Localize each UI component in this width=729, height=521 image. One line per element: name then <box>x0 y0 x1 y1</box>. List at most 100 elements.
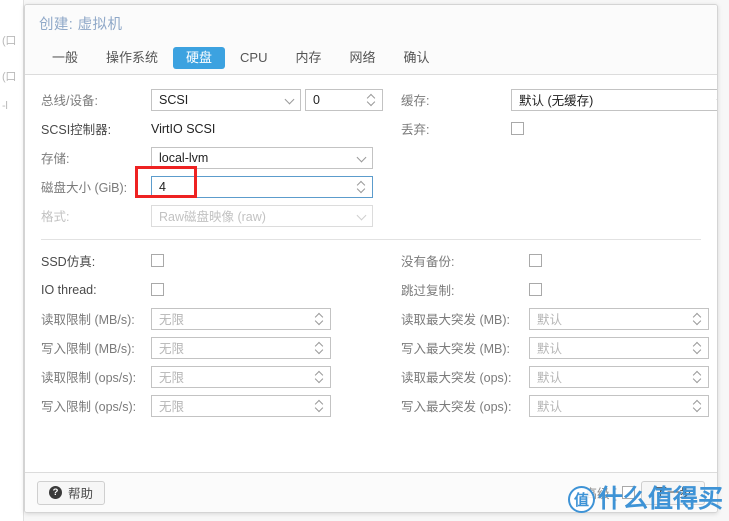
storage-row: 存储: local-lvm <box>41 143 373 172</box>
write-max-burst-ops-input[interactable]: 默认 <box>529 394 709 417</box>
read-max-burst-ops-row: 读取最大突发 (ops): 默认 <box>401 362 709 391</box>
read-limit-ops-row: 读取限制 (ops/s): 无限 <box>41 362 371 391</box>
tab-hard-disk[interactable]: 硬盘 <box>173 47 226 69</box>
read-max-burst-mb-input[interactable]: 默认 <box>529 307 709 330</box>
tab-general[interactable]: 一般 <box>39 47 91 69</box>
write-max-burst-mb-input[interactable]: 默认 <box>529 336 709 359</box>
tab-os[interactable]: 操作系统 <box>93 47 171 69</box>
tab-cpu[interactable]: CPU <box>227 47 280 69</box>
write-limit-mb-label: 写入限制 (MB/s): <box>41 342 135 356</box>
io-thread-checkbox[interactable] <box>151 283 164 296</box>
dialog-title: 创建: 虚拟机 <box>39 17 123 33</box>
io-thread-row: IO thread: <box>41 275 371 304</box>
advanced-label: 高级 [ <box>584 487 617 501</box>
write-max-burst-ops-row: 写入最大突发 (ops): 默认 <box>401 391 709 420</box>
read-limit-mb-row: 读取限制 (MB/s): 无限 <box>41 304 371 333</box>
question-mark-icon: ? <box>49 486 62 499</box>
tab-confirm[interactable]: 确认 <box>391 47 443 69</box>
disk-size-input[interactable]: 4 <box>151 175 373 198</box>
ssd-emulation-label: SSD仿真: <box>41 255 96 269</box>
chevron-down-icon <box>712 90 717 110</box>
read-max-burst-mb-label: 读取最大突发 (MB): <box>401 313 511 327</box>
right-spacer-row-2 <box>401 172 701 201</box>
create-vm-dialog: 创建: 虚拟机 一般 操作系统 硬盘 CPU 内存 网络 确认 总线/设备: S… <box>24 4 718 513</box>
write-limit-mb-input[interactable]: 无限 <box>151 336 331 359</box>
ssd-emulation-checkbox[interactable] <box>151 254 164 267</box>
advanced-checkbox[interactable] <box>622 486 636 499</box>
spinner-arrows-icon[interactable] <box>310 309 330 329</box>
spinner-arrows-icon[interactable] <box>310 396 330 416</box>
no-backup-label: 没有备份: <box>401 255 455 269</box>
write-limit-mb-row: 写入限制 (MB/s): 无限 <box>41 333 371 362</box>
spinner-arrows-icon[interactable] <box>310 367 330 387</box>
ssd-emulation-row: SSD仿真: <box>41 246 371 275</box>
read-max-burst-mb-row: 读取最大突发 (MB): 默认 <box>401 304 709 333</box>
chevron-down-icon <box>352 206 372 226</box>
disk-size-value: 4 <box>159 179 166 194</box>
tab-network[interactable]: 网络 <box>337 47 389 69</box>
spinner-arrows-icon[interactable] <box>688 338 708 358</box>
dialog-footer: ? 帮助 高级 [ 下一步 <box>25 472 717 512</box>
storage-select-value: local-lvm <box>159 150 209 165</box>
bus-select[interactable]: SCSI <box>151 88 301 111</box>
bottom-settings-grid: SSD仿真: IO thread: 读取限制 (MB/s): 无限 写入限制 (… <box>41 246 709 420</box>
read-limit-ops-value: 无限 <box>159 371 185 385</box>
bottom-left-column: SSD仿真: IO thread: 读取限制 (MB/s): 无限 写入限制 (… <box>41 246 371 420</box>
format-row: 格式: Raw磁盘映像 (raw) <box>41 201 373 230</box>
write-max-burst-mb-row: 写入最大突发 (MB): 默认 <box>401 333 709 362</box>
right-spacer-row-3 <box>401 201 701 230</box>
spinner-arrows-icon[interactable] <box>688 309 708 329</box>
discard-checkbox[interactable] <box>511 122 524 135</box>
disk-size-row: 磁盘大小 (GiB): 4 <box>41 172 373 201</box>
read-limit-ops-input[interactable]: 无限 <box>151 365 331 388</box>
footer-right-group: 高级 [ 下一步 <box>584 480 705 505</box>
read-limit-mb-value: 无限 <box>159 313 185 327</box>
device-number-value: 0 <box>313 92 320 107</box>
tab-memory[interactable]: 内存 <box>283 47 335 69</box>
next-button[interactable]: 下一步 <box>641 480 705 505</box>
bus-device-label: 总线/设备: <box>41 94 98 108</box>
skip-replication-label: 跳过复制: <box>401 284 455 298</box>
scsi-controller-label: SCSI控制器: <box>41 123 112 137</box>
bus-device-row: 总线/设备: SCSI 0 <box>41 85 383 114</box>
top-settings-grid: 总线/设备: SCSI 0 SCSI控制器: VirtIO SCSI 存储: l… <box>41 85 717 230</box>
dialog-header: 创建: 虚拟机 <box>25 5 717 42</box>
skip-replication-checkbox[interactable] <box>529 283 542 296</box>
storage-select[interactable]: local-lvm <box>151 146 373 169</box>
write-limit-ops-value: 无限 <box>159 400 185 414</box>
top-right-column: 缓存: 默认 (无缓存) 丢弃: <box>371 85 717 230</box>
discard-label: 丢弃: <box>401 123 430 137</box>
format-select: Raw磁盘映像 (raw) <box>151 204 373 227</box>
write-limit-ops-row: 写入限制 (ops/s): 无限 <box>41 391 371 420</box>
bottom-right-column: 没有备份: 跳过复制: 读取最大突发 (MB): 默认 写入最大突发 (MB):… <box>371 246 709 420</box>
write-limit-ops-input[interactable]: 无限 <box>151 394 331 417</box>
read-limit-mb-label: 读取限制 (MB/s): <box>41 313 135 327</box>
background-left-strip: (口 (口 -l <box>0 0 24 521</box>
chevron-down-icon <box>280 90 300 110</box>
no-backup-checkbox[interactable] <box>529 254 542 267</box>
io-thread-label: IO thread: <box>41 282 97 297</box>
cache-select[interactable]: 默认 (无缓存) <box>511 88 717 111</box>
spinner-arrows-icon[interactable] <box>352 177 372 197</box>
help-button[interactable]: ? 帮助 <box>37 480 106 505</box>
read-limit-ops-label: 读取限制 (ops/s): <box>41 371 137 385</box>
write-max-burst-mb-label: 写入最大突发 (MB): <box>401 342 511 356</box>
tab-strip: 一般 操作系统 硬盘 CPU 内存 网络 确认 <box>25 42 717 75</box>
top-left-column: 总线/设备: SCSI 0 SCSI控制器: VirtIO SCSI 存储: l… <box>41 85 383 230</box>
cache-label: 缓存: <box>401 94 430 108</box>
spinner-arrows-icon[interactable] <box>310 338 330 358</box>
device-number-stepper[interactable]: 0 <box>305 88 383 111</box>
discard-row: 丢弃: <box>401 114 701 143</box>
cache-select-value: 默认 (无缓存) <box>519 94 594 108</box>
background-ghost-line-0: (口 <box>2 35 17 47</box>
spinner-arrows-icon[interactable] <box>688 367 708 387</box>
spinner-arrows-icon[interactable] <box>362 90 382 110</box>
read-max-burst-ops-input[interactable]: 默认 <box>529 365 709 388</box>
storage-label: 存储: <box>41 152 70 166</box>
right-spacer-row-1 <box>401 143 701 172</box>
write-max-burst-mb-value: 默认 <box>537 342 563 356</box>
cache-row: 缓存: 默认 (无缓存) <box>401 85 717 114</box>
skip-replication-row: 跳过复制: <box>401 275 701 304</box>
read-limit-mb-input[interactable]: 无限 <box>151 307 331 330</box>
spinner-arrows-icon[interactable] <box>688 396 708 416</box>
